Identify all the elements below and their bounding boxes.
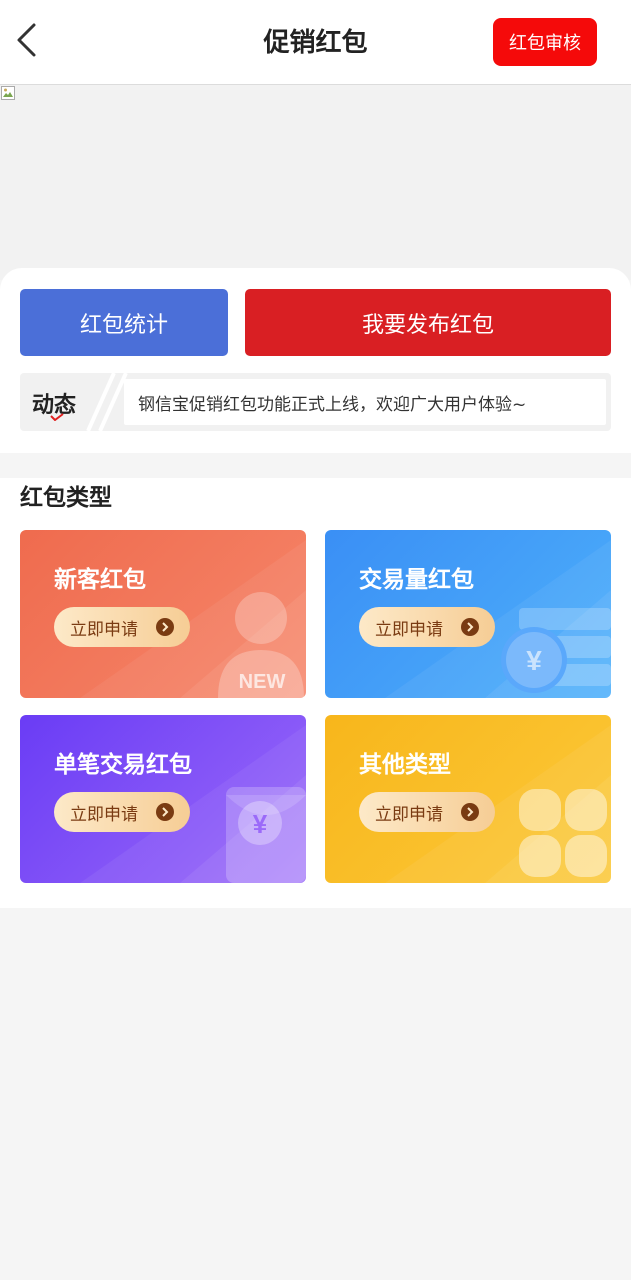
publish-red-packet-button[interactable]: 我要发布红包 <box>245 289 611 356</box>
card-title: 其他类型 <box>359 752 451 778</box>
chevron-left-icon <box>17 23 36 57</box>
top-bar: 促销红包 红包审核 <box>0 0 631 85</box>
apply-button[interactable]: 立即申请 <box>359 792 495 832</box>
apply-label: 立即申请 <box>70 619 138 640</box>
red-packet-stats-button[interactable]: 红包统计 <box>20 289 228 356</box>
red-packet-types-section: 红包类型 NEW 新客红包 立即申请 ¥ 交易量红包 立即申请 ¥ 单笔交易红包… <box>0 478 631 908</box>
new-customer-card[interactable]: NEW 新客红包 立即申请 <box>20 530 306 698</box>
new-user-icon: NEW <box>218 592 304 698</box>
svg-text:¥: ¥ <box>253 809 268 839</box>
apply-button[interactable]: 立即申请 <box>359 607 495 647</box>
chevron-right-icon <box>156 803 174 821</box>
chevron-right-icon <box>156 618 174 636</box>
card-title: 单笔交易红包 <box>54 752 192 778</box>
red-packet-audit-button[interactable]: 红包审核 <box>493 18 597 66</box>
card-title: 新客红包 <box>54 567 146 593</box>
apply-button[interactable]: 立即申请 <box>54 607 190 647</box>
svg-text:NEW: NEW <box>239 671 286 693</box>
banner-image <box>0 85 631 280</box>
news-ticker[interactable]: 动态 钢信宝促销红包功能正式上线，欢迎广大用户体验~ <box>20 373 611 431</box>
section-title: 红包类型 <box>20 485 112 511</box>
check-mark-icon <box>50 413 64 421</box>
news-text: 钢信宝促销红包功能正式上线，欢迎广大用户体验~ <box>124 379 606 425</box>
apply-button[interactable]: 立即申请 <box>54 792 190 832</box>
chevron-right-icon <box>461 803 479 821</box>
single-trade-card[interactable]: ¥ 单笔交易红包 立即申请 <box>20 715 306 883</box>
back-button[interactable] <box>12 20 48 60</box>
coin-stack-icon: ¥ <box>501 608 611 693</box>
apply-label: 立即申请 <box>70 804 138 825</box>
chevron-right-icon <box>461 618 479 636</box>
other-type-card[interactable]: 其他类型 立即申请 <box>325 715 611 883</box>
action-panel: 红包统计 我要发布红包 动态 钢信宝促销红包功能正式上线，欢迎广大用户体验~ <box>0 268 631 453</box>
apply-label: 立即申请 <box>375 804 443 825</box>
broken-image-icon <box>1 86 15 100</box>
trade-volume-card[interactable]: ¥ 交易量红包 立即申请 <box>325 530 611 698</box>
apply-label: 立即申请 <box>375 619 443 640</box>
red-envelope-icon: ¥ <box>226 787 306 883</box>
card-title: 交易量红包 <box>359 567 474 593</box>
clover-icon <box>519 789 607 877</box>
svg-text:¥: ¥ <box>526 645 542 676</box>
